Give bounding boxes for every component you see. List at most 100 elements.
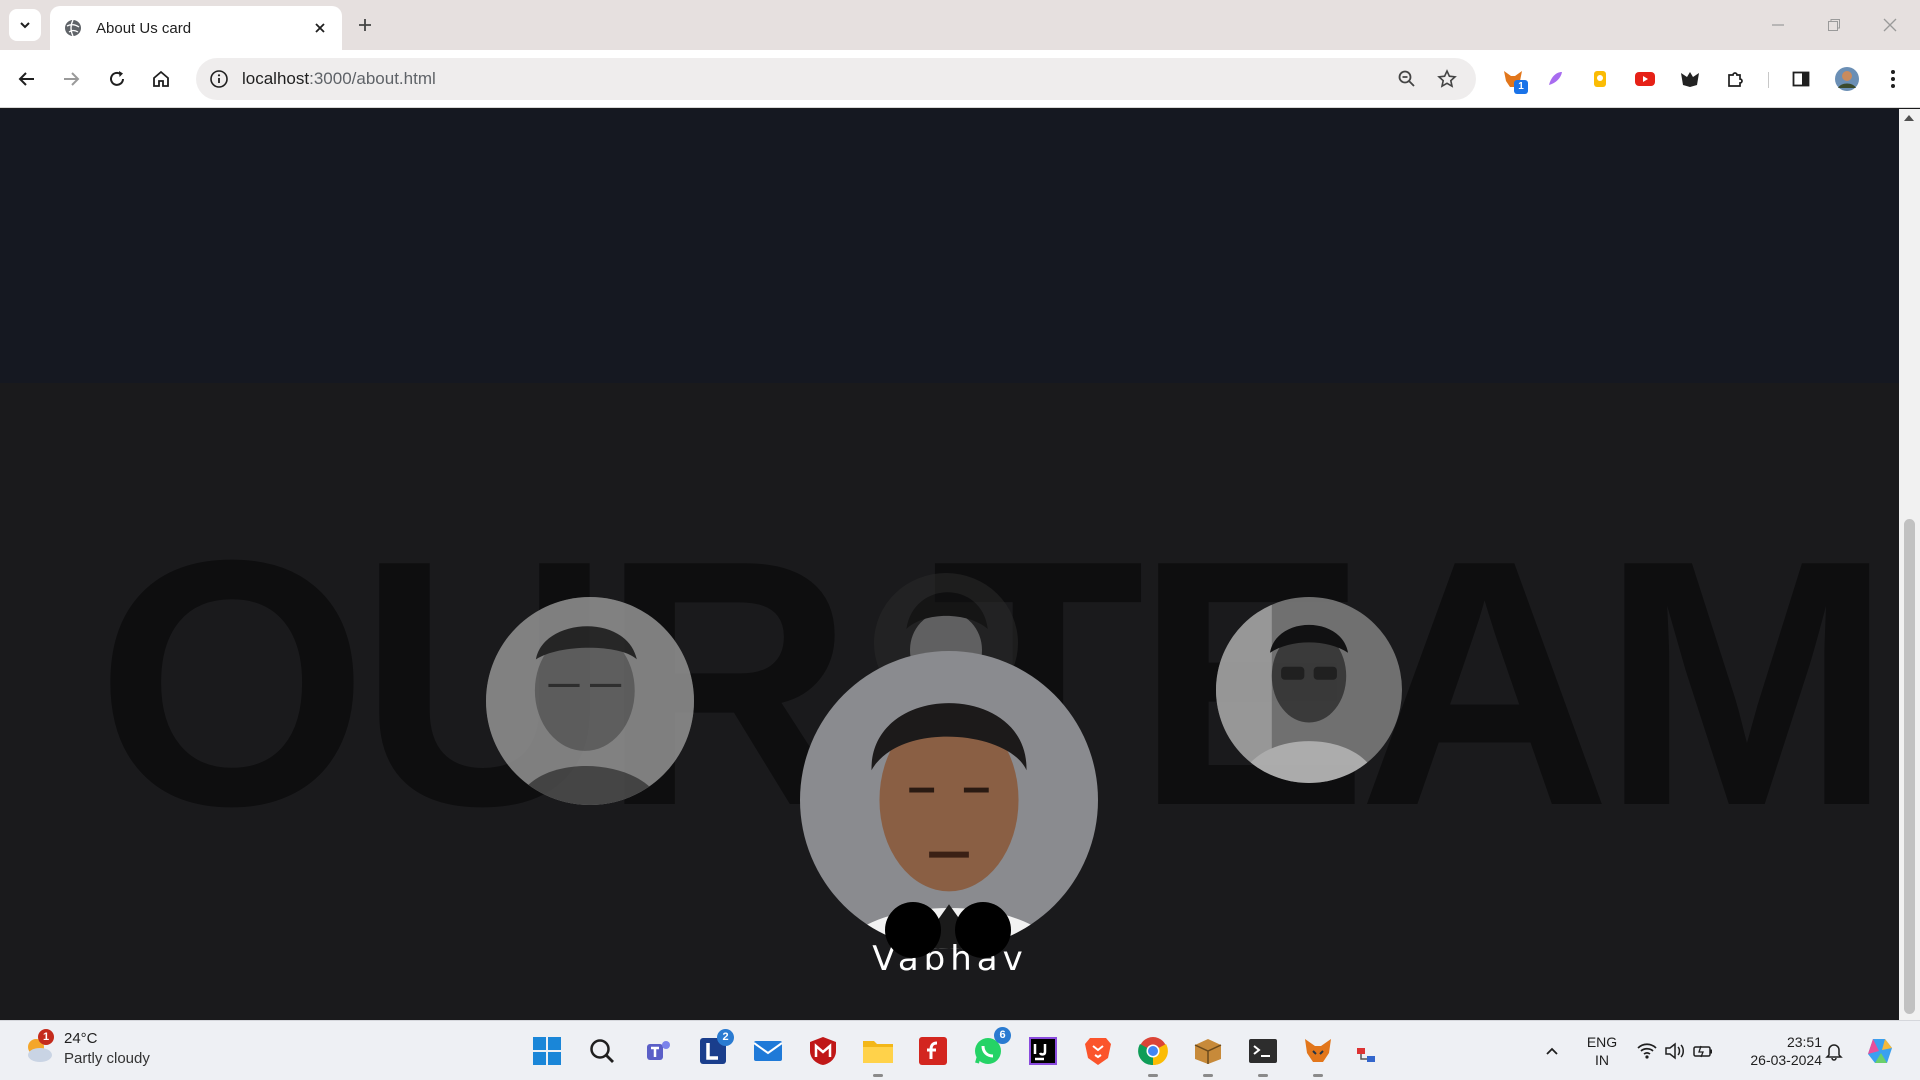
social-link-button[interactable] xyxy=(955,902,1011,958)
taskbar-lens-button[interactable]: 2 xyxy=(693,1029,734,1071)
taskbar-brave-button[interactable] xyxy=(1078,1031,1118,1071)
url-text: localhost:3000/about.html xyxy=(242,58,436,100)
tab-strip: About Us card xyxy=(0,0,1920,50)
weather-icon: 1 xyxy=(20,1029,56,1067)
bookmark-button[interactable] xyxy=(1432,64,1462,94)
bat-icon xyxy=(1681,72,1699,87)
taskbar-whatsapp-button[interactable]: 6 xyxy=(968,1027,1011,1071)
taskbar-terminal-button[interactable] xyxy=(1243,1031,1283,1077)
bulb-icon xyxy=(1594,71,1606,87)
home-button[interactable] xyxy=(146,64,176,94)
windows-icon xyxy=(533,1037,561,1065)
restore-icon xyxy=(1828,19,1840,31)
member-name: Vabhav xyxy=(872,939,1028,979)
zoom-button[interactable] xyxy=(1392,64,1422,94)
reload-button[interactable] xyxy=(102,64,132,94)
minimize-button[interactable] xyxy=(1750,0,1806,50)
person-photo xyxy=(486,597,694,805)
language-code: ENG xyxy=(1586,1034,1618,1050)
weather-widget[interactable]: 1 24°C Partly cloudy xyxy=(20,1029,150,1069)
chrome-icon xyxy=(1138,1037,1168,1066)
site-info-button[interactable] xyxy=(204,64,234,94)
page-viewport: OUR TEAM Vabhav xyxy=(0,109,1899,1020)
notification-badge: 2 xyxy=(717,1029,734,1046)
featured-member-photo[interactable] xyxy=(800,651,1098,949)
taskbar-flash-button[interactable] xyxy=(913,1031,953,1071)
extensions-menu-button[interactable] xyxy=(1722,66,1748,92)
extension-dark-button[interactable] xyxy=(1677,66,1703,92)
running-indicator xyxy=(1258,1074,1268,1077)
network-app-icon xyxy=(1357,1048,1375,1062)
battery-icon xyxy=(1693,1045,1712,1058)
arrow-right-icon xyxy=(64,72,80,86)
close-window-button[interactable] xyxy=(1862,0,1918,50)
back-button[interactable] xyxy=(12,64,42,94)
extension-keep-button[interactable] xyxy=(1587,66,1613,92)
profile-button[interactable] xyxy=(1834,66,1860,92)
show-hidden-icons-button[interactable] xyxy=(1532,1031,1572,1071)
extension-feather-button[interactable] xyxy=(1542,66,1568,92)
new-tab-button[interactable] xyxy=(352,12,378,38)
social-link-button[interactable] xyxy=(885,902,941,958)
taskbar-app-box-button[interactable] xyxy=(1188,1031,1228,1077)
taskbar-chrome-button[interactable] xyxy=(1133,1031,1173,1077)
intellij-icon xyxy=(1029,1037,1057,1065)
weather-badge: 1 xyxy=(38,1029,54,1045)
scroll-up-icon[interactable] xyxy=(1904,115,1914,121)
copilot-button[interactable] xyxy=(1860,1031,1900,1071)
reload-icon xyxy=(110,71,124,86)
taskbar-intellij-button[interactable] xyxy=(1023,1031,1063,1071)
taskbar-mcafee-button[interactable] xyxy=(803,1031,843,1071)
address-bar[interactable]: localhost:3000/about.html xyxy=(196,58,1476,100)
puzzle-icon xyxy=(1728,72,1743,87)
side-panel-button[interactable] xyxy=(1788,66,1814,92)
taskbar-explorer-button[interactable] xyxy=(858,1031,898,1077)
running-indicator xyxy=(1203,1074,1213,1077)
taskbar-mail-button[interactable] xyxy=(748,1031,788,1071)
folder-icon xyxy=(863,1041,893,1063)
taskbar-small-app-button[interactable] xyxy=(1354,1043,1378,1067)
extension-youtube-button[interactable] xyxy=(1632,66,1658,92)
team-member-photo[interactable] xyxy=(486,597,694,805)
running-indicator xyxy=(1148,1074,1158,1077)
restore-button[interactable] xyxy=(1806,0,1862,50)
taskbar-teams-button[interactable] xyxy=(638,1031,678,1071)
forward-button[interactable] xyxy=(56,64,86,94)
copilot-icon xyxy=(1868,1039,1892,1063)
youtube-icon xyxy=(1635,72,1655,86)
arrow-left-icon xyxy=(18,72,34,86)
avatar xyxy=(1835,67,1859,91)
more-vertical-icon xyxy=(1891,70,1895,88)
team-section: OUR TEAM Vabhav xyxy=(0,383,1899,1020)
language-indicator[interactable]: ENG IN xyxy=(1582,1033,1622,1069)
person-photo xyxy=(800,651,1098,949)
scrollbar-thumb[interactable] xyxy=(1904,519,1915,1014)
start-button[interactable] xyxy=(527,1031,567,1071)
teams-icon xyxy=(647,1041,670,1060)
notification-center-button[interactable] xyxy=(1816,1031,1852,1071)
page-scrollbar[interactable] xyxy=(1899,109,1920,1020)
person-photo xyxy=(1216,597,1402,783)
tab-active[interactable]: About Us card xyxy=(50,6,342,50)
clock-time: 23:51 xyxy=(1786,1034,1822,1050)
weather-temperature: 24°C xyxy=(64,1030,98,1047)
taskbar-metamask-button[interactable] xyxy=(1298,1031,1338,1077)
running-indicator xyxy=(873,1074,883,1077)
clock[interactable]: 23:51 26-03-2024 xyxy=(1732,1033,1822,1069)
system-tray-status[interactable] xyxy=(1630,1031,1720,1071)
star-icon xyxy=(1437,69,1457,88)
browser-menu-button[interactable] xyxy=(1880,66,1906,92)
chevron-down-icon xyxy=(20,22,30,29)
url-path: :3000/about.html xyxy=(309,69,436,88)
tab-search-button[interactable] xyxy=(9,9,41,41)
browser-toolbar: localhost:3000/about.html 1 xyxy=(0,50,1920,108)
team-member-photo[interactable] xyxy=(1216,597,1402,783)
notification-badge: 6 xyxy=(994,1027,1011,1044)
tab-close-button[interactable] xyxy=(310,18,330,38)
region-code: IN xyxy=(1595,1052,1609,1068)
info-icon xyxy=(210,70,228,88)
extension-metamask-button[interactable]: 1 xyxy=(1500,66,1528,94)
close-icon xyxy=(1883,18,1897,32)
taskbar-search-button[interactable] xyxy=(582,1031,622,1071)
url-host: localhost xyxy=(242,69,310,88)
